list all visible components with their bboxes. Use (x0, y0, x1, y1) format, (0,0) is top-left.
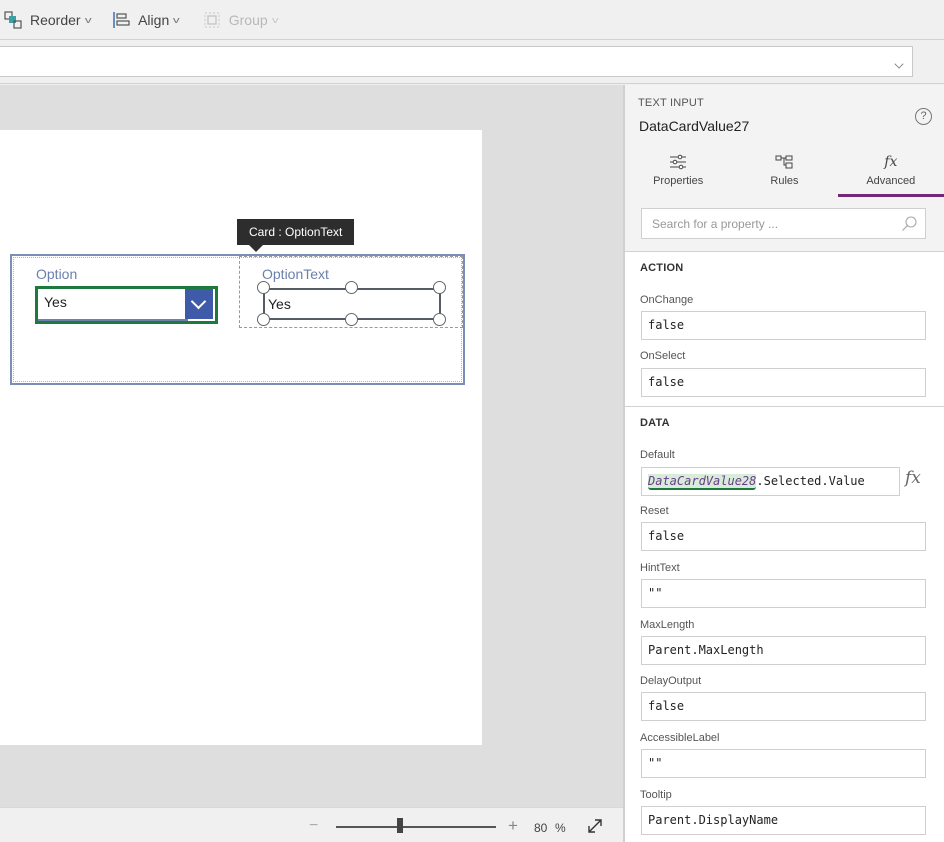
formula-bar (0, 41, 944, 84)
control-reference[interactable]: DataCardValue28 (648, 474, 757, 490)
fx-icon: fx (838, 151, 944, 173)
resize-handle-bottom[interactable] (345, 313, 358, 326)
zoom-bar: − + 80 % (0, 807, 623, 842)
prop-input-reset[interactable]: false (641, 522, 926, 551)
resize-handle-top-right[interactable] (433, 281, 446, 294)
chevron-down-icon: v (173, 14, 180, 25)
reorder-icon (4, 10, 22, 29)
resize-handle-top-left[interactable] (257, 281, 270, 294)
canvas-area: Option Yes OptionText Yes Card : OptionT… (0, 85, 623, 807)
option-dropdown[interactable]: Yes (35, 286, 218, 324)
prop-label-tooltip: Tooltip (640, 789, 672, 801)
resize-handle-top[interactable] (345, 281, 358, 294)
formula-input[interactable] (0, 46, 913, 77)
rules-icon (731, 151, 837, 173)
chevron-down-icon[interactable] (185, 289, 213, 319)
resize-handle-bottom-right[interactable] (433, 313, 446, 326)
tab-rules-label: Rules (770, 175, 799, 187)
formula-expand-button[interactable] (894, 53, 911, 71)
panel-tabs: Properties Rules fx Advanced (625, 147, 944, 197)
fx-glyph: fx (884, 154, 898, 170)
app-screen: Option Yes OptionText Yes Card : OptionT… (0, 130, 482, 745)
search-icon[interactable] (901, 216, 917, 232)
zoom-out-button[interactable]: − (309, 817, 318, 835)
prop-input-onchange[interactable]: false (641, 311, 926, 340)
section-data-title: DATA (640, 417, 670, 429)
prop-label-delayoutput: DelayOutput (640, 675, 702, 687)
prop-label-hinttext: HintText (640, 562, 680, 574)
panel-header: TEXT INPUT DataCardValue27 ? Properties (625, 85, 944, 252)
option-card-label: Option (36, 266, 78, 282)
sliders-icon (625, 151, 731, 173)
group-label: Group (228, 11, 268, 28)
tab-rules[interactable]: Rules (731, 147, 837, 195)
tab-advanced-label: Advanced (866, 175, 916, 187)
zoom-slider[interactable] (336, 826, 496, 828)
prop-label-default: Default (640, 449, 675, 461)
align-label: Align (138, 11, 170, 28)
align-icon (112, 11, 130, 29)
property-search[interactable] (641, 208, 926, 239)
prop-input-onselect[interactable]: false (641, 368, 926, 397)
toolbar: Reorder v Align v Group v (0, 0, 944, 40)
prop-input-delayoutput[interactable]: false (641, 692, 926, 721)
tab-advanced[interactable]: fx Advanced (837, 147, 944, 197)
zoom-in-button[interactable]: + (508, 816, 518, 836)
reorder-label: Reorder (30, 11, 81, 28)
formula-rest: .Selected.Value (756, 474, 865, 488)
chevron-down-icon: v (271, 14, 279, 25)
property-search-input[interactable] (642, 209, 882, 238)
optiontext-card-label: OptionText (262, 266, 329, 282)
prop-label-maxlength: MaxLength (640, 619, 695, 631)
fullscreen-icon[interactable] (586, 817, 604, 835)
dropdown-value: Yes (44, 294, 67, 310)
prop-label-accessiblelabel: AccessibleLabel (640, 732, 720, 744)
prop-label-reset: Reset (640, 505, 669, 517)
section-divider (625, 406, 944, 407)
prop-input-hinttext[interactable]: "" (641, 579, 926, 608)
card-tooltip: Card : OptionText (237, 219, 355, 252)
zoom-value: 80 (534, 821, 548, 835)
prop-input-maxlength[interactable]: Parent.MaxLength (641, 636, 926, 665)
tab-properties-label: Properties (653, 175, 704, 187)
prop-label-onchange: OnChange (640, 294, 694, 306)
section-action-title: ACTION (640, 262, 684, 274)
optiontext-input-value: Yes (268, 296, 291, 312)
prop-input-default[interactable]: DataCardValue28.Selected.Value (641, 467, 900, 496)
tab-properties[interactable]: Properties (625, 147, 731, 195)
prop-label-onselect: OnSelect (640, 350, 686, 362)
reorder-button[interactable]: Reorder v (4, 0, 92, 40)
group-button[interactable]: Group v (203, 0, 279, 40)
prop-input-accessiblelabel[interactable]: "" (641, 749, 926, 778)
group-icon (203, 11, 221, 29)
help-icon[interactable]: ? (915, 108, 932, 125)
properties-panel: TEXT INPUT DataCardValue27 ? Properties (623, 85, 944, 842)
zoom-slider-thumb[interactable] (397, 818, 403, 833)
dropdown-underline (38, 319, 188, 321)
chevron-down-icon (894, 59, 904, 69)
zoom-unit: % (555, 821, 566, 835)
control-name[interactable]: DataCardValue27 (639, 118, 749, 134)
prop-input-tooltip[interactable]: Parent.DisplayName (641, 806, 926, 835)
control-type: TEXT INPUT (638, 97, 704, 109)
resize-handle-bottom-left[interactable] (257, 313, 270, 326)
fx-icon[interactable]: fx (905, 468, 921, 488)
align-button[interactable]: Align v (112, 0, 180, 40)
chevron-down-icon: v (84, 14, 92, 25)
